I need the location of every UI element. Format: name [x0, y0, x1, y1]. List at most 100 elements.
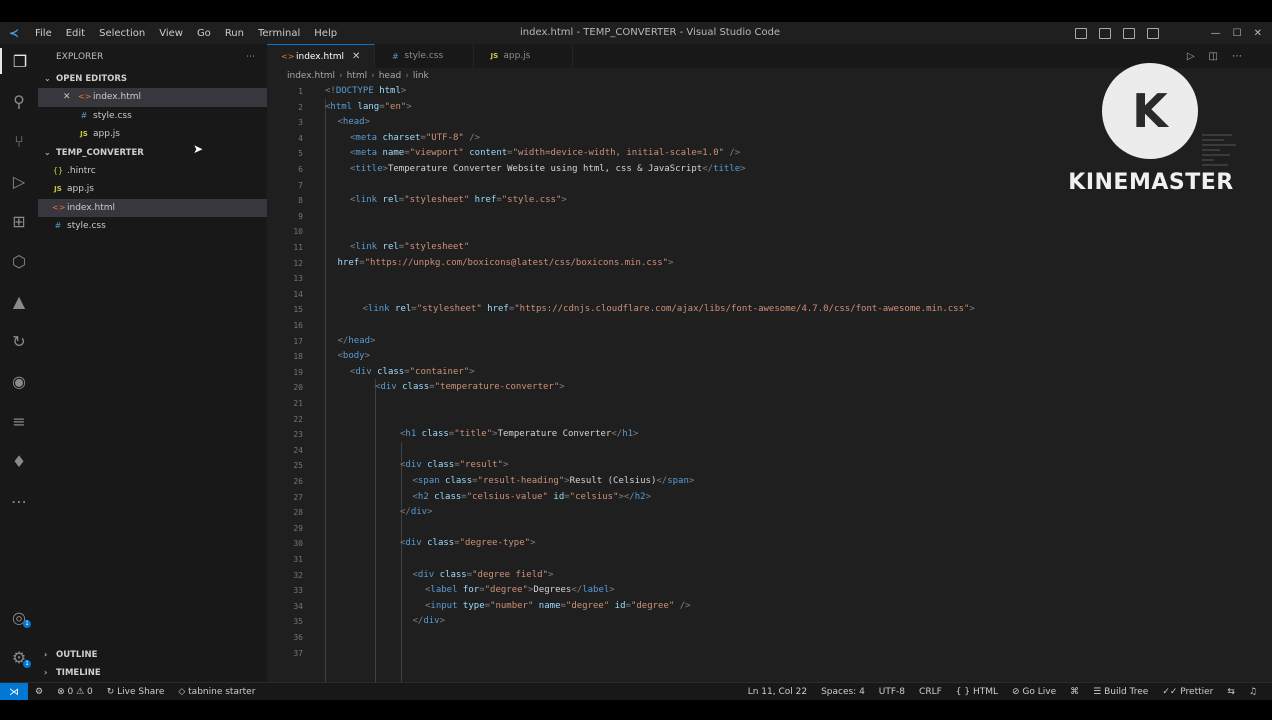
code-token: "celsius-value"	[466, 491, 548, 502]
feedback-icon[interactable]: ⇆	[1220, 687, 1242, 697]
cursor-position[interactable]: Ln 11, Col 22	[741, 687, 814, 697]
menu-item-help[interactable]: Help	[307, 28, 344, 39]
code-text: <label for="degree">Degrees</label>	[425, 583, 615, 599]
menu-item-view[interactable]: View	[152, 28, 190, 39]
code-token: >	[740, 164, 746, 174]
mongodb-leaf-icon[interactable]: ♦	[0, 448, 38, 474]
breadcrumb-item[interactable]: index.html	[287, 71, 335, 81]
code-token: "degree field"	[472, 569, 548, 580]
code-token: html	[373, 86, 401, 96]
file-hintrc[interactable]: {} .hintrc	[38, 162, 267, 181]
explorer-icon[interactable]: ❐	[0, 48, 38, 74]
prettier-button[interactable]: ✓✓ Prettier	[1155, 687, 1220, 697]
remote-indicator-icon[interactable]: ⋊	[0, 683, 28, 700]
code-token: "stylesheet"	[416, 304, 482, 315]
tabnine-icon[interactable]: ▲	[0, 288, 38, 314]
folder-section[interactable]: ⌄ TEMP_CONVERTER	[38, 144, 267, 162]
search-icon[interactable]: ⚲	[0, 88, 38, 114]
accounts-icon[interactable]: ◎ 1	[0, 604, 38, 630]
sync-icon[interactable]: ⚙	[28, 687, 50, 697]
explorer-more-icon[interactable]: ⋯	[246, 44, 255, 70]
code-token: </	[400, 507, 411, 518]
open-editor-index-html[interactable]: ✕ <> index.html	[38, 88, 267, 107]
code-line: 12 href="https://unpkg.com/boxicons@lates…	[267, 256, 1272, 272]
indentation[interactable]: Spaces: 4	[814, 687, 872, 697]
line-number: 18	[293, 352, 303, 362]
outline-section[interactable]: › OUTLINE	[38, 646, 267, 664]
close-tab-icon[interactable]: ✕	[352, 51, 360, 62]
line-number: 30	[293, 539, 303, 549]
settings-gear-icon[interactable]: ⚙ 1	[0, 644, 38, 670]
menu-item-file[interactable]: File	[28, 28, 59, 39]
file-style-css[interactable]: # style.css	[38, 217, 267, 236]
minimize-icon[interactable]: —	[1211, 28, 1221, 39]
menu-item-selection[interactable]: Selection	[92, 28, 152, 39]
tabnine-status[interactable]: ◇ tabnine starter	[171, 687, 262, 697]
build-tree-label: Build Tree	[1104, 687, 1149, 697]
more-actions-icon[interactable]: ⋯	[1232, 51, 1242, 62]
code-token: id	[547, 491, 565, 502]
customize-layout-icon[interactable]	[1146, 27, 1159, 39]
language-mode[interactable]: { } HTML	[949, 687, 1005, 697]
menu-item-go[interactable]: Go	[190, 28, 218, 39]
code-token: class	[421, 460, 455, 471]
breadcrumb-item[interactable]: link	[413, 71, 429, 81]
menu-item-run[interactable]: Run	[218, 28, 251, 39]
run-debug-icon[interactable]: ▷	[0, 168, 38, 194]
build-tree-button[interactable]: ☰ Build Tree	[1086, 687, 1155, 697]
file-app-js[interactable]: JS app.js	[38, 180, 267, 199]
notifications-bell-icon[interactable]: ♫	[1242, 687, 1264, 697]
code-text: <link rel="stylesheet" href="https://cdn…	[363, 302, 975, 318]
menu-item-edit[interactable]: Edit	[59, 28, 92, 39]
open-editor-app-js[interactable]: JS app.js	[38, 125, 267, 144]
search-extension-icon[interactable]: ◉	[0, 368, 38, 394]
end-of-line[interactable]: CRLF	[912, 687, 949, 697]
line-number: 21	[293, 399, 303, 408]
code-token: title	[355, 164, 383, 174]
close-window-icon[interactable]: ✕	[1254, 28, 1262, 39]
problems-indicator[interactable]: ⊗ 0 ⚠ 0	[50, 687, 100, 697]
window-title: index.html - TEMP_CONVERTER - Visual Stu…	[520, 27, 781, 38]
code-token: >	[561, 195, 567, 206]
open-editors-section[interactable]: ⌄ OPEN EDITORS	[38, 70, 267, 88]
code-token: html	[330, 101, 353, 112]
menu-item-terminal[interactable]: Terminal	[251, 28, 307, 39]
file-index-html[interactable]: <> index.html	[38, 198, 267, 217]
go-live-label: Go Live	[1022, 687, 1057, 697]
copilot-icon[interactable]: ⌘	[1063, 687, 1086, 697]
tab-app-js[interactable]: JS app.js	[474, 44, 574, 68]
tab-style-css[interactable]: # style.css	[375, 44, 475, 68]
open-editor-style-css[interactable]: # style.css	[38, 107, 267, 126]
line-number: 24	[293, 445, 303, 455]
timeline-section[interactable]: › TIMELINE	[38, 664, 267, 682]
more-icon[interactable]: ⋯	[0, 488, 38, 514]
title-bar: ≺ File Edit Selection View Go Run Terminal Help…	[0, 22, 1272, 44]
extensions-icon[interactable]: ⊞	[0, 208, 38, 234]
remote-explorer-icon[interactable]: ⬡	[0, 248, 38, 274]
toggle-secondary-sidebar-icon[interactable]	[1122, 27, 1135, 39]
source-control-icon[interactable]: ⑂	[0, 128, 38, 154]
code-line: 10	[267, 224, 1272, 240]
line-number: 7	[298, 180, 303, 190]
maximize-icon[interactable]: ☐	[1233, 28, 1242, 39]
code-token: </	[702, 164, 714, 174]
chevron-right-icon: ›	[44, 668, 48, 677]
toggle-panel-icon[interactable]	[1098, 27, 1111, 39]
close-editor-icon[interactable]: ✕	[63, 88, 71, 107]
tab-index-html[interactable]: <> index.html ✕	[267, 44, 376, 68]
code-token: >	[668, 257, 674, 268]
code-token: label	[430, 585, 458, 596]
toggle-sidebar-icon[interactable]	[1074, 27, 1087, 39]
code-token: div	[405, 538, 422, 549]
breadcrumb-item[interactable]: html	[347, 71, 368, 81]
list-icon[interactable]: ≡	[0, 408, 38, 434]
run-icon[interactable]: ▷	[1187, 51, 1195, 62]
live-share-icon[interactable]: ↻	[0, 328, 38, 354]
code-line: 20 <div class="temperature-converter">	[267, 380, 1272, 396]
encoding[interactable]: UTF-8	[872, 687, 912, 697]
accounts-badge: 1	[23, 620, 31, 628]
live-share-button[interactable]: ↻ Live Share	[100, 687, 172, 697]
split-editor-icon[interactable]: ◫	[1209, 51, 1218, 62]
breadcrumb-item[interactable]: head	[379, 71, 401, 81]
go-live-button[interactable]: ⊘ Go Live	[1005, 687, 1063, 697]
